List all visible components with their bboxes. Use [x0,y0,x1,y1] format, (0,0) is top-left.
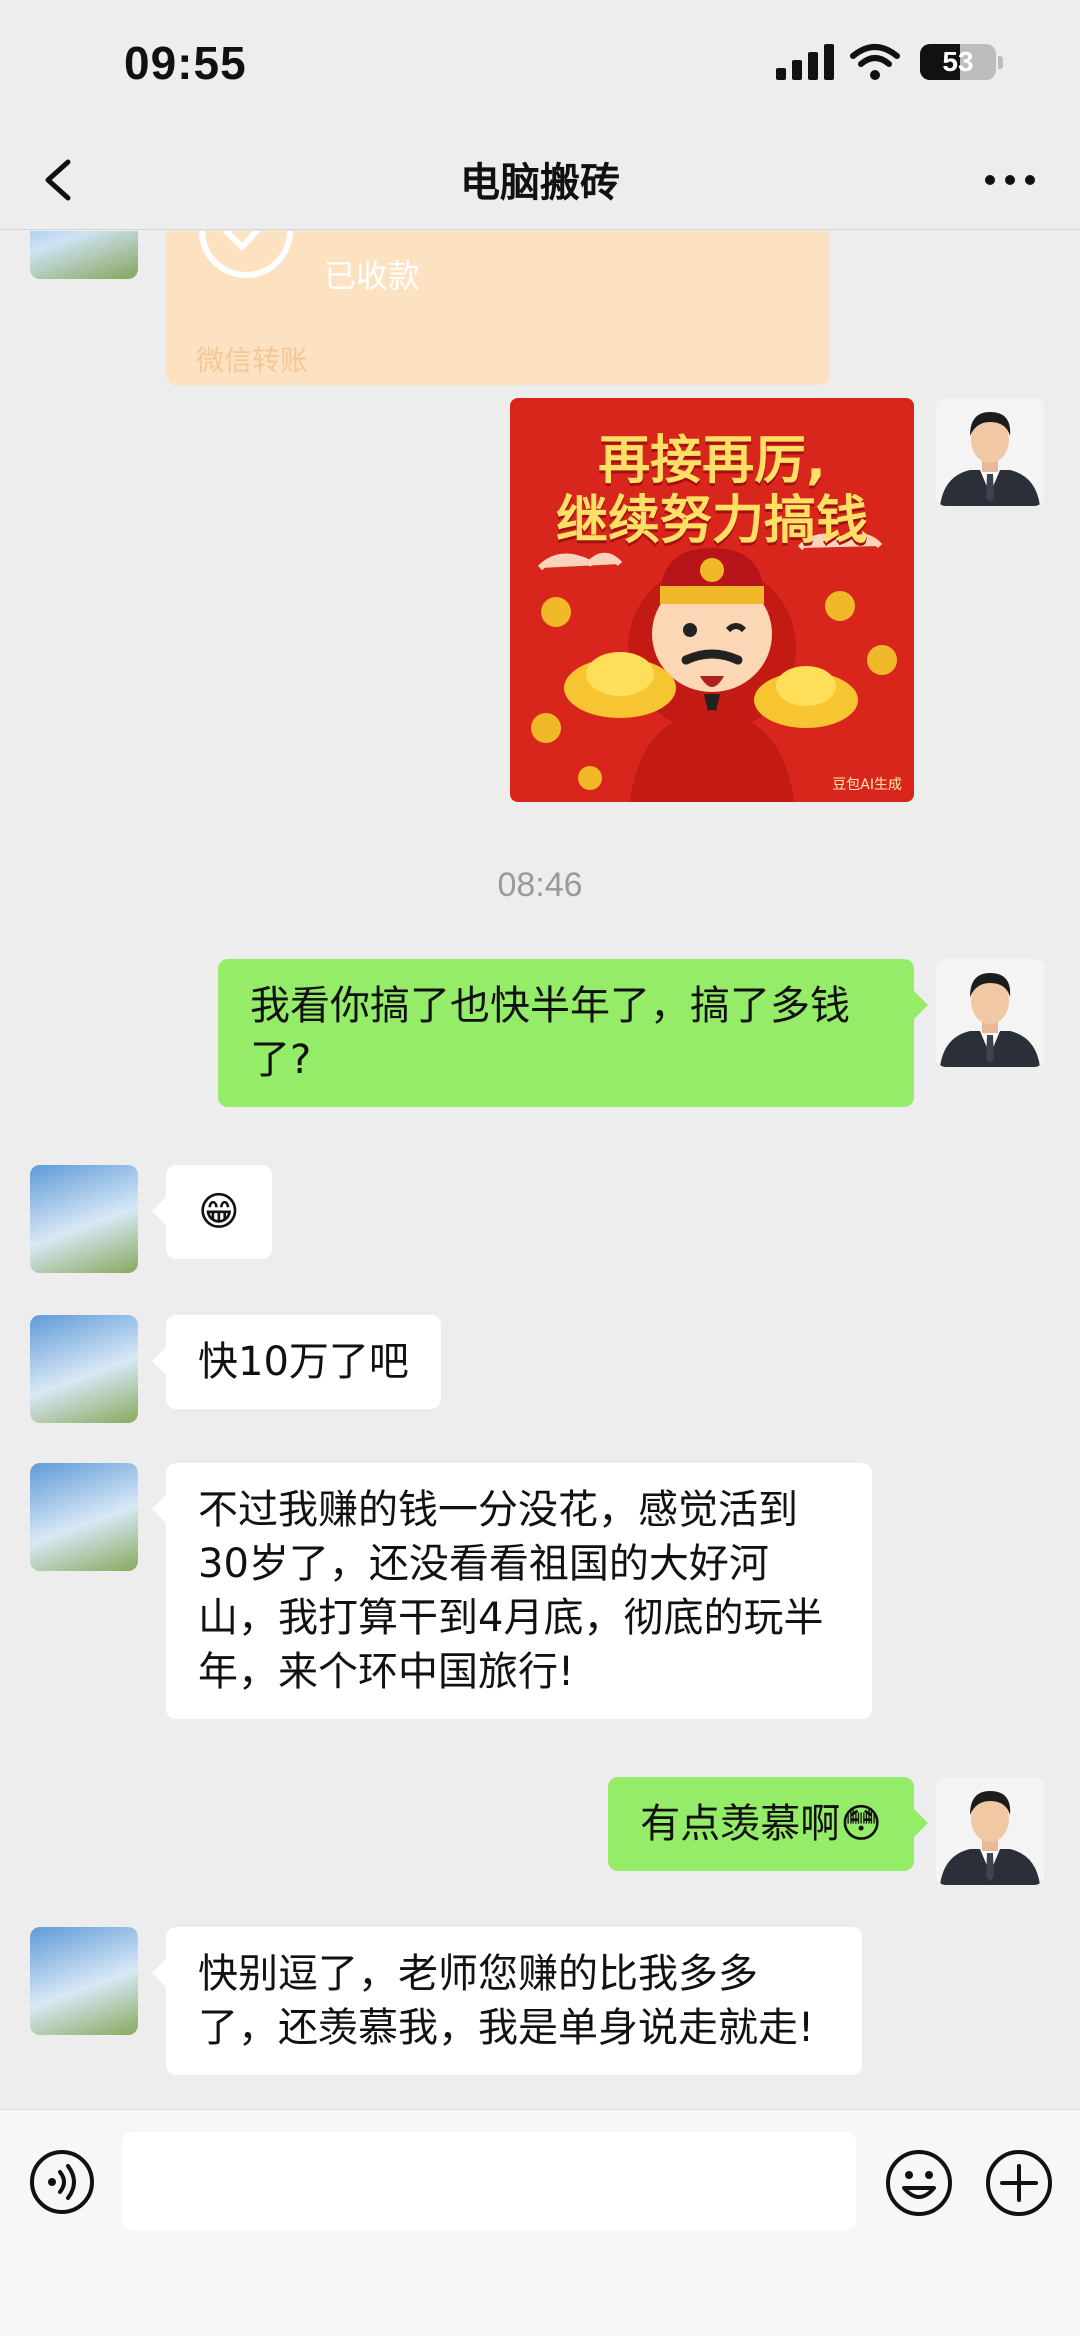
contact-avatar[interactable] [30,1165,138,1273]
message-bubble-other[interactable]: 😁 [152,1165,272,1259]
battery-icon: 53 [920,44,996,80]
contact-avatar[interactable] [30,1927,138,2035]
message-input[interactable] [122,2132,856,2230]
message-bubble-other[interactable]: 快别逗了，老师您赚的比我多多了，还羡慕我，我是单身说走就走! [152,1927,862,2075]
message-timestamp: 08:46 [497,866,583,904]
man-in-suit-icon [936,1777,1044,1885]
chat-title: 电脑搬砖 [460,160,620,206]
money-god-sticker[interactable]: 再接再厉, 继续努力搞钱 豆包AI生成 [510,398,914,802]
message-bubble-other[interactable]: 快10万了吧 [152,1315,441,1409]
transfer-status: 已收款 [324,257,421,295]
self-avatar[interactable] [936,1777,1044,1885]
emoji-icon[interactable] [884,2148,954,2218]
transfer-footer: 微信转账 [196,344,309,377]
battery-level: 53 [942,46,974,77]
chat-header: 电脑搬砖 [0,130,1080,230]
chat-input-bar [0,2109,1080,2336]
contact-avatar[interactable] [30,1315,138,1423]
self-avatar[interactable] [936,398,1044,506]
sticker-text-line2: 继续努力搞钱 [555,491,868,551]
self-avatar[interactable] [936,959,1044,1067]
sticker-watermark: 豆包AI生成 [832,777,902,793]
contact-avatar[interactable] [30,1463,138,1571]
voice-icon[interactable] [28,2148,96,2216]
message-bubble-self[interactable]: 有点羡慕啊😳 [608,1777,928,1871]
more-dots-icon[interactable] [980,150,1040,210]
check-circle-icon [199,231,293,278]
contact-avatar[interactable] [30,231,138,279]
wifi-icon [850,44,900,80]
man-in-suit-icon [936,398,1044,506]
cellular-signal-icon [776,44,836,80]
message-bubble-self[interactable]: 我看你搞了也快半年了，搞了多钱了? [218,959,928,1107]
plus-icon[interactable] [984,2148,1054,2218]
transfer-card[interactable]: 已收款 微信转账 [166,231,830,385]
message-bubble-other[interactable]: 不过我赚的钱一分没花，感觉活到30岁了，还没看看祖国的大好河山，我打算干到4月底… [152,1463,872,1719]
status-time: 09:55 [124,37,247,89]
man-in-suit-icon [936,959,1044,1067]
message-list[interactable]: 已收款 微信转账 再接再厉, 继续努力搞钱 豆包AI生成 08:46 我看你搞了… [0,231,1080,2109]
status-bar: 09:55 53 [0,0,1080,130]
